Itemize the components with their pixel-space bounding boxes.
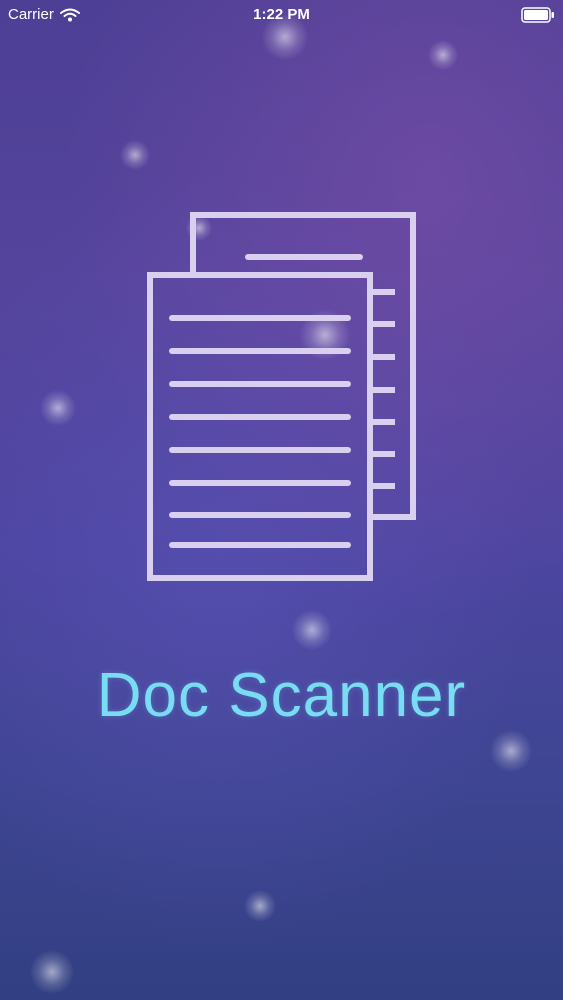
background-sparkle	[120, 140, 150, 170]
background-sparkle	[490, 730, 532, 772]
app-title: Doc Scanner	[96, 661, 467, 730]
background-sparkle	[428, 40, 458, 70]
battery-icon	[521, 7, 554, 23]
background-sparkle	[244, 890, 276, 922]
splash-screen: Carrier 1:22 PM Doc Scanner	[0, 0, 563, 1000]
documents-icon	[147, 212, 416, 581]
status-bar: Carrier 1:22 PM	[0, 0, 563, 30]
background-sparkle	[40, 390, 76, 426]
background-sparkle	[292, 610, 332, 650]
clock: 1:22 PM	[253, 6, 310, 23]
background-sparkle	[30, 950, 74, 994]
